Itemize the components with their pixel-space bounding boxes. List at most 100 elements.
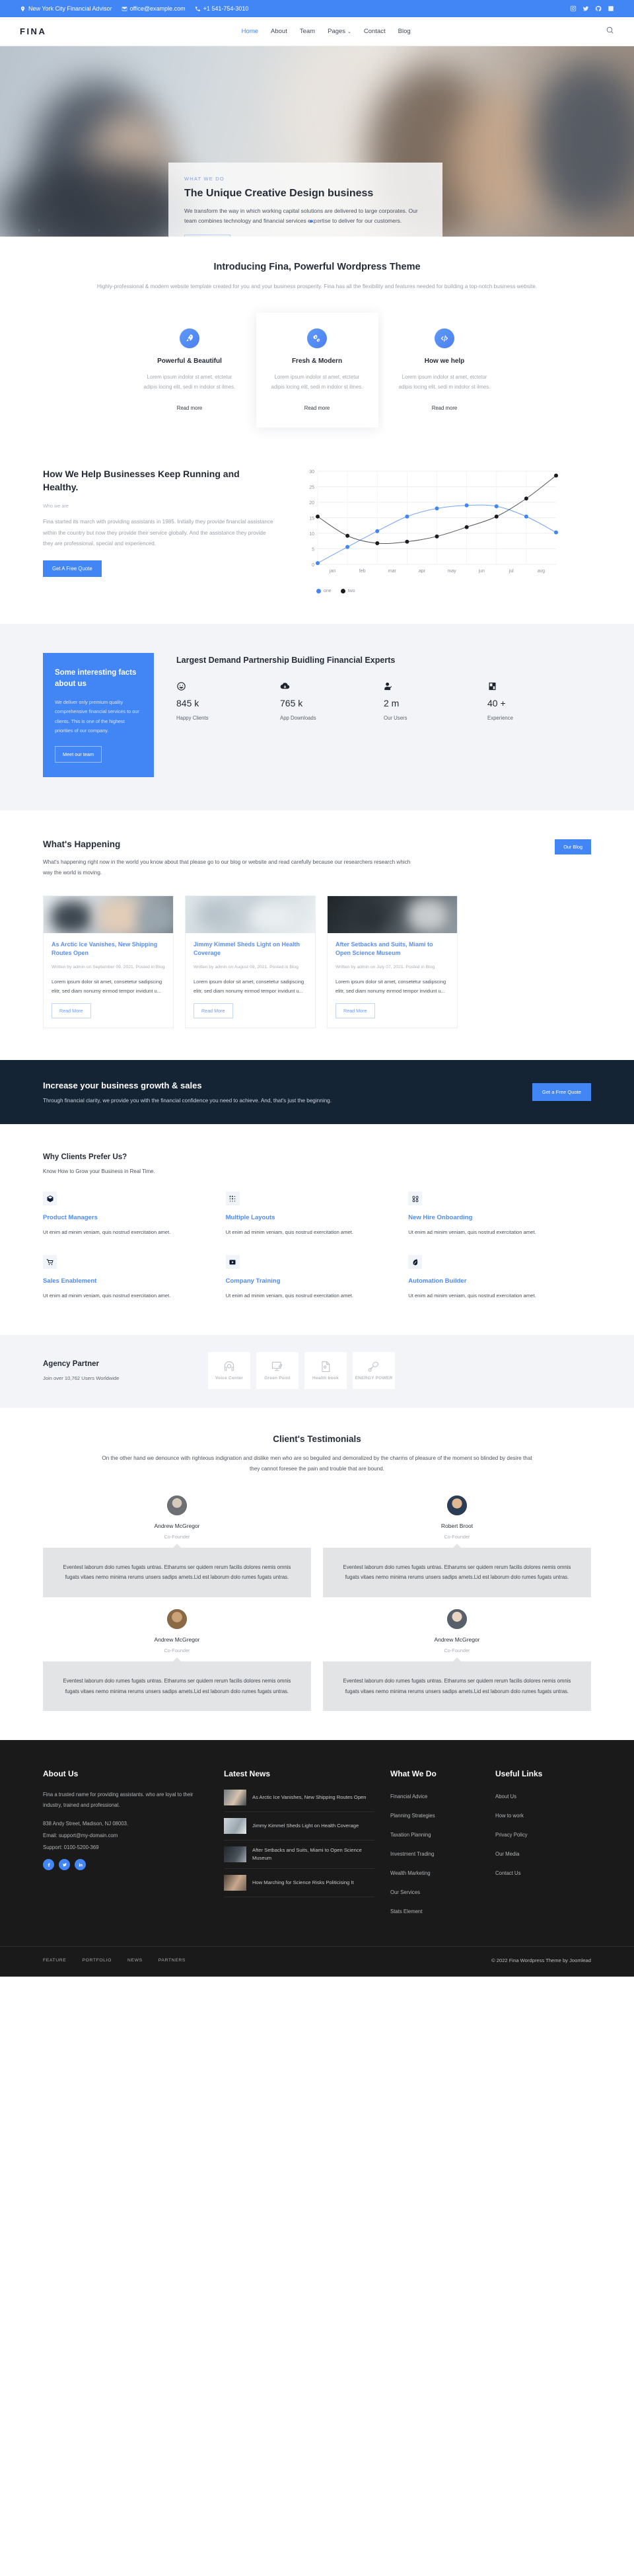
topbar-phone-text: +1 541-754-3010 [203, 5, 249, 12]
hero-pagination-dots[interactable] [0, 220, 634, 223]
blog-post-card[interactable]: As Arctic Ice Vanishes, New Shipping Rou… [43, 895, 174, 1028]
legend-item-one[interactable]: one [316, 588, 332, 593]
post-excerpt: Lorem ipsum dolor sit amet, consetetur s… [194, 979, 304, 995]
footer-what-we-do-column: What We Do Financial Advice Planning Str… [390, 1769, 479, 1924]
list-item[interactable]: Our Services [390, 1885, 479, 1897]
hero-prev-arrow[interactable]: ‹ [18, 226, 28, 235]
hero-next-arrow[interactable]: › [34, 226, 44, 235]
list-item[interactable]: Investment Trading [390, 1847, 479, 1859]
footer-news-item[interactable]: After Setbacks and Suits, Miami to Open … [224, 1840, 374, 1870]
why-item-title[interactable]: New Hire Onboarding [408, 1214, 577, 1221]
list-item[interactable]: Wealth Marketing [390, 1866, 479, 1878]
why-item[interactable]: Sales Enablement Ut enim ad minim veniam… [43, 1255, 226, 1301]
partner-logo[interactable]: Green Point [256, 1351, 299, 1389]
list-item[interactable]: Financial Advice [390, 1790, 479, 1801]
footer-link[interactable]: Planning Strategies [390, 1813, 435, 1819]
stat-value: 40 + [487, 697, 506, 708]
footer-mini-link[interactable]: PARTNERS [158, 1958, 186, 1963]
nav-item-home[interactable]: Home [242, 28, 258, 35]
list-item[interactable]: Contact Us [495, 1866, 584, 1878]
feature-read-more-link[interactable]: Read more [432, 405, 458, 411]
legend-item-two[interactable]: two [340, 588, 355, 593]
footer-link[interactable]: Our Media [495, 1851, 519, 1857]
post-title[interactable]: After Setbacks and Suits, Miami to Open … [335, 940, 449, 958]
post-title[interactable]: Jimmy Kimmel Sheds Light on Health Cover… [194, 940, 307, 958]
feature-title: Powerful & Beautiful [157, 358, 222, 365]
list-item[interactable]: Taxation Planning [390, 1828, 479, 1840]
footer-link[interactable]: Investment Trading [390, 1851, 434, 1857]
cta-get-free-quote-button[interactable]: Get a Free Quote [532, 1083, 591, 1101]
footer-news-item[interactable]: How Marching for Science Risks Politicis… [224, 1869, 374, 1898]
footer-link[interactable]: About Us [495, 1794, 516, 1799]
partner-logo-name: Voice Center [215, 1376, 244, 1381]
footer-news-item[interactable]: Jimmy Kimmel Sheds Light on Health Cover… [224, 1812, 374, 1841]
our-blog-button[interactable]: Our Blog [555, 839, 591, 854]
nav-item-pages[interactable]: Pages ⌄ [328, 28, 351, 35]
post-read-more-button[interactable]: Read More [52, 1003, 91, 1018]
post-read-more-button[interactable]: Read More [194, 1003, 233, 1018]
list-item[interactable]: Our Media [495, 1847, 584, 1859]
post-read-more-button[interactable]: Read More [335, 1003, 375, 1018]
why-item-title[interactable]: Automation Builder [408, 1277, 577, 1285]
footer-link[interactable]: Contact Us [495, 1870, 521, 1876]
envelope-icon [122, 7, 127, 11]
hero-read-more-button[interactable]: Read more [184, 234, 230, 237]
search-button[interactable] [606, 26, 614, 38]
footer-link[interactable]: Financial Advice [390, 1794, 427, 1799]
footer-link[interactable]: Privacy Policy [495, 1832, 528, 1838]
partner-logo[interactable]: ENERGY POWER [353, 1351, 395, 1389]
list-item[interactable]: Privacy Policy [495, 1828, 584, 1840]
why-item-title[interactable]: Company Training [226, 1277, 394, 1285]
footer-link[interactable]: How to work [495, 1813, 524, 1819]
feature-card[interactable]: How we help Lorem ipsum indolor st amet,… [383, 313, 506, 428]
linkedin-icon[interactable] [75, 1859, 86, 1871]
footer-mini-link[interactable]: NEWS [127, 1958, 143, 1963]
list-item[interactable]: About Us [495, 1790, 584, 1801]
why-item-title[interactable]: Multiple Layouts [226, 1214, 394, 1221]
partner-logo[interactable]: Health book [304, 1351, 347, 1389]
nav-item-about[interactable]: About [271, 28, 287, 35]
why-item[interactable]: Automation Builder Ut enim ad minim veni… [408, 1255, 591, 1301]
feature-card[interactable]: Powerful & Beautiful Lorem ipsum indolor… [128, 313, 251, 428]
nav-item-contact[interactable]: Contact [364, 28, 386, 35]
blog-post-card[interactable]: After Setbacks and Suits, Miami to Open … [327, 895, 458, 1028]
hero-kicker: WHAT WE DO [184, 176, 225, 182]
why-item[interactable]: Product Managers Ut enim ad minim veniam… [43, 1192, 226, 1237]
stat-item: 40 + Experience [487, 679, 591, 721]
nav-item-blog[interactable]: Blog [398, 28, 411, 35]
get-a-free-quote-button[interactable]: Get A Free Quote [43, 560, 102, 578]
post-title[interactable]: As Arctic Ice Vanishes, New Shipping Rou… [52, 940, 165, 958]
twitter-icon[interactable] [582, 5, 589, 12]
feature-card[interactable]: Fresh & Modern Lorem ipsum indolor st am… [256, 313, 378, 428]
footer-link[interactable]: Taxation Planning [390, 1832, 431, 1838]
twitter-icon[interactable] [59, 1859, 70, 1871]
meet-our-team-button[interactable]: Meet our team [55, 745, 102, 763]
blog-post-card[interactable]: Jimmy Kimmel Sheds Light on Health Cover… [185, 895, 316, 1028]
list-item[interactable]: Planning Strategies [390, 1809, 479, 1821]
instagram-icon[interactable] [570, 5, 577, 12]
footer-link[interactable]: Wealth Marketing [390, 1870, 431, 1876]
topbar-email[interactable]: office@example.com [122, 5, 186, 12]
why-item[interactable]: Company Training Ut enim ad minim veniam… [225, 1255, 409, 1301]
why-item[interactable]: Multiple Layouts Ut enim ad minim veniam… [225, 1192, 409, 1237]
site-logo[interactable]: FINA [20, 26, 46, 36]
facebook-icon[interactable] [43, 1859, 54, 1871]
footer-mini-link[interactable]: FEATURE [43, 1958, 66, 1963]
list-item[interactable]: Stats Element [390, 1905, 479, 1916]
why-item-title[interactable]: Sales Enablement [43, 1277, 211, 1285]
github-icon[interactable] [595, 5, 602, 12]
footer-mini-link[interactable]: PORTFOLIO [82, 1958, 112, 1963]
partner-logo[interactable]: Voice Center [208, 1351, 250, 1389]
linkedin-icon[interactable] [608, 5, 614, 12]
footer-news-item[interactable]: As Arctic Ice Vanishes, New Shipping Rou… [224, 1790, 374, 1813]
footer-link[interactable]: Stats Element [390, 1909, 423, 1914]
feature-read-more-link[interactable]: Read more [304, 405, 330, 411]
why-item-title[interactable]: Product Managers [43, 1214, 211, 1221]
why-item[interactable]: New Hire Onboarding Ut enim ad minim ven… [408, 1192, 591, 1237]
how-we-help-section: How We Help Businesses Keep Running and … [0, 453, 634, 624]
list-item[interactable]: How to work [495, 1809, 584, 1821]
nav-item-team[interactable]: Team [300, 28, 315, 35]
feature-read-more-link[interactable]: Read more [177, 405, 203, 411]
topbar-phone[interactable]: +1 541-754-3010 [195, 5, 249, 12]
footer-link[interactable]: Our Services [390, 1889, 420, 1895]
